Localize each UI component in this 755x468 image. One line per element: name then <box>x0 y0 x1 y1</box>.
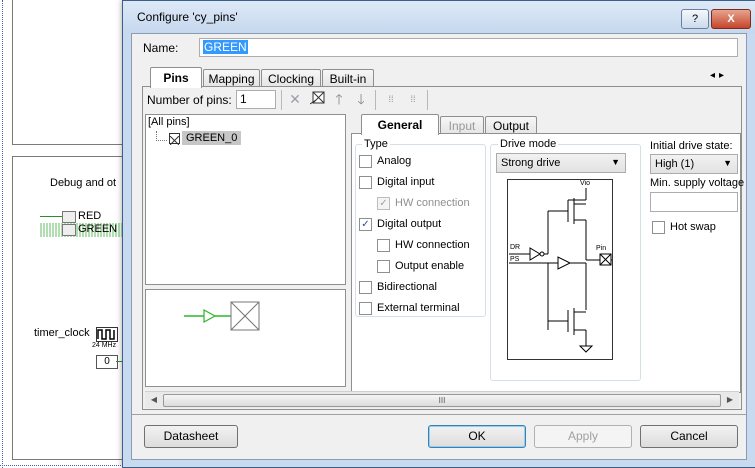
analog-label[interactable]: Analog <box>377 155 411 167</box>
min-supply-label: Min. supply voltage <box>650 177 745 189</box>
pin-icon <box>169 133 180 146</box>
hw-connection-input-checkbox[interactable]: ✓ <box>377 197 390 210</box>
clock-frequency: 24 MHz <box>92 342 117 349</box>
configure-dialog: Configure 'cy_pins' ? X Name: GREEN Pins… <box>122 0 755 468</box>
output-enable-checkbox[interactable] <box>377 260 390 273</box>
grid-line <box>2 0 3 468</box>
initial-drive-value: High (1) <box>655 158 695 170</box>
digital-input-checkbox[interactable] <box>359 176 372 189</box>
drive-mode-schematic: Vio DR PS Pin <box>507 179 613 360</box>
green-pin-label[interactable]: GREEN <box>78 223 117 235</box>
toolbar-separator <box>281 90 282 110</box>
timer-clock-label[interactable]: timer_clock <box>34 327 90 339</box>
hot-swap-checkbox[interactable] <box>652 221 665 234</box>
title-bar[interactable]: Configure 'cy_pins' ? X <box>123 1 755 33</box>
chevron-down-icon: ▼ <box>723 158 732 168</box>
general-panel: Type Analog Digital input ✓ HW connectio… <box>351 133 745 393</box>
name-input[interactable]: GREEN <box>199 38 738 57</box>
section-title: Debug and ot <box>50 177 117 189</box>
tree-connector <box>156 131 167 141</box>
constant-value[interactable]: 0 <box>96 355 118 369</box>
wire <box>40 216 62 217</box>
apply-button[interactable]: Apply <box>534 425 632 448</box>
hot-swap-label[interactable]: Hot swap <box>670 221 716 233</box>
tree-root[interactable]: [All pins] <box>148 116 190 128</box>
move-up-icon[interactable]: 🡑 <box>331 91 347 107</box>
type-group-label: Type <box>362 138 390 150</box>
num-pins-label: Number of pins: <box>147 93 232 107</box>
datasheet-button[interactable]: Datasheet <box>144 425 238 448</box>
move-down-icon[interactable]: 🡓 <box>353 91 369 107</box>
pin-preview <box>145 289 346 387</box>
divider <box>132 414 746 415</box>
external-terminal-label[interactable]: External terminal <box>377 302 460 314</box>
clock-icon[interactable] <box>96 327 118 342</box>
digital-output-checkbox[interactable]: ✓ <box>359 218 372 231</box>
dialog-title: Configure 'cy_pins' <box>137 10 238 24</box>
analog-checkbox[interactable] <box>359 155 372 168</box>
tree-item-green-0[interactable]: GREEN_0 <box>182 131 242 145</box>
min-supply-input[interactable] <box>650 192 738 212</box>
close-button[interactable]: X <box>711 9 751 29</box>
merge-icon[interactable]: ⁞⁞ <box>405 91 421 107</box>
bidirectional-label[interactable]: Bidirectional <box>377 281 437 293</box>
tab-scroll-arrows[interactable]: ◂▸ <box>710 70 728 81</box>
pin-tree[interactable]: [All pins] GREEN_0 <box>145 114 346 285</box>
hw-connection-input-label[interactable]: HW connection <box>395 197 470 209</box>
name-value: GREEN <box>203 40 248 54</box>
initial-drive-label: Initial drive state: <box>650 140 733 152</box>
schematic-frame-bottom <box>12 156 126 460</box>
ok-button[interactable]: OK <box>428 425 526 448</box>
tab-general[interactable]: General <box>361 114 439 135</box>
pin-symbol[interactable] <box>62 211 76 223</box>
schematic-frame-top <box>12 0 126 145</box>
toolbar-separator <box>427 90 428 110</box>
hw-connection-output-checkbox[interactable] <box>377 239 390 252</box>
output-enable-label[interactable]: Output enable <box>395 260 464 272</box>
drive-mode-label: Drive mode <box>498 138 559 150</box>
drive-mode-value: Strong drive <box>501 157 561 169</box>
pin-symbol[interactable] <box>62 224 76 236</box>
scroll-thumb[interactable]: III <box>163 394 721 407</box>
digital-output-label[interactable]: Digital output <box>377 218 441 230</box>
ps-label: PS <box>510 256 520 263</box>
pin-config-icon[interactable] <box>309 91 325 107</box>
num-pins-input[interactable]: 1 <box>236 90 276 109</box>
initial-drive-select[interactable]: High (1) ▼ <box>650 154 738 174</box>
external-terminal-checkbox[interactable] <box>359 302 372 315</box>
vio-label: Vio <box>580 180 590 187</box>
toolbar-separator <box>375 90 376 110</box>
delete-icon[interactable]: ✕ <box>287 91 303 107</box>
name-label: Name: <box>143 41 179 55</box>
red-pin-label: RED <box>78 210 102 222</box>
scroll-right-icon[interactable]: ▶ <box>723 393 737 407</box>
tab-pins[interactable]: Pins <box>150 67 202 88</box>
chevron-down-icon: ▼ <box>611 157 620 167</box>
dr-label: DR <box>510 244 521 251</box>
pin-preview-symbol <box>184 301 260 331</box>
split-icon[interactable]: ⁞⁞ <box>383 91 399 107</box>
dialog-client: Name: GREEN Pins Mapping Clocking Built-… <box>131 33 747 460</box>
help-button[interactable]: ? <box>681 9 709 29</box>
bidirectional-checkbox[interactable] <box>359 281 372 294</box>
scroll-left-icon[interactable]: ◀ <box>147 393 161 407</box>
horizontal-scrollbar[interactable]: ◀ III ▶ <box>145 391 739 408</box>
drive-mode-select[interactable]: Strong drive ▼ <box>496 153 626 173</box>
cancel-button[interactable]: Cancel <box>640 425 738 448</box>
digital-input-label[interactable]: Digital input <box>377 176 434 188</box>
hw-connection-output-label[interactable]: HW connection <box>395 239 470 251</box>
pin-label: Pin <box>596 245 607 252</box>
pins-panel: Number of pins: 1 ✕ 🡑 🡓 ⁞⁞ ⁞⁞ [All pins]… <box>142 86 745 410</box>
